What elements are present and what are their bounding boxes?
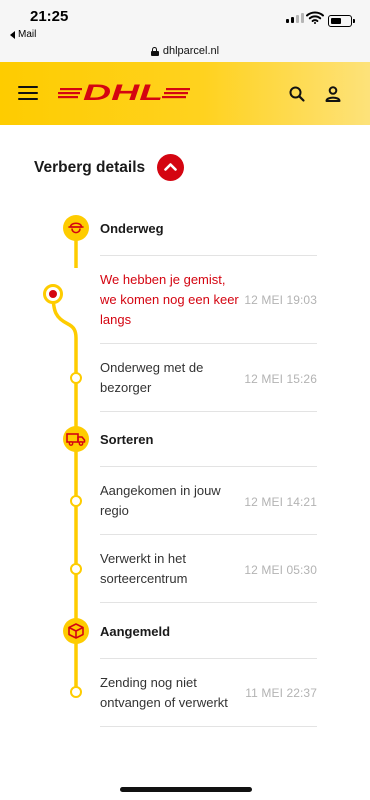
event-text: Onderweg met de bezorger [100, 360, 204, 395]
separator [100, 602, 317, 603]
timeline-node [70, 686, 82, 698]
event-text: Verwerkt in het sorteercentrum [100, 551, 188, 586]
separator [100, 255, 317, 256]
timeline-node-current [43, 284, 63, 304]
courier-icon [63, 215, 89, 241]
timeline-node [70, 495, 82, 507]
separator [100, 466, 317, 467]
timeline-node [70, 563, 82, 575]
event-text: We hebben je gemist, we komen nog een ke… [100, 272, 239, 327]
separator [100, 658, 317, 659]
event-text: Aangekomen in jouw regio [100, 483, 221, 518]
event-date: 12 MEI 14:21 [244, 495, 317, 509]
event-date: 12 MEI 19:03 [244, 293, 317, 307]
event-date: 11 MEI 22:37 [245, 686, 317, 700]
event-date: 12 MEI 15:26 [244, 372, 317, 386]
timeline-node [70, 372, 82, 384]
separator [100, 534, 317, 535]
phase-label-onderweg: Onderweg [100, 221, 164, 236]
truck-icon [63, 426, 89, 452]
event-date: 12 MEI 05:30 [244, 563, 317, 577]
separator [100, 343, 317, 344]
separator [100, 726, 317, 727]
home-indicator[interactable] [120, 787, 252, 792]
phase-label-sorteren: Sorteren [100, 432, 154, 447]
event-text: Zending nog niet ontvangen of verwerkt [100, 675, 228, 710]
phase-label-aangemeld: Aangemeld [100, 624, 171, 639]
package-icon [63, 618, 89, 644]
separator [100, 411, 317, 412]
